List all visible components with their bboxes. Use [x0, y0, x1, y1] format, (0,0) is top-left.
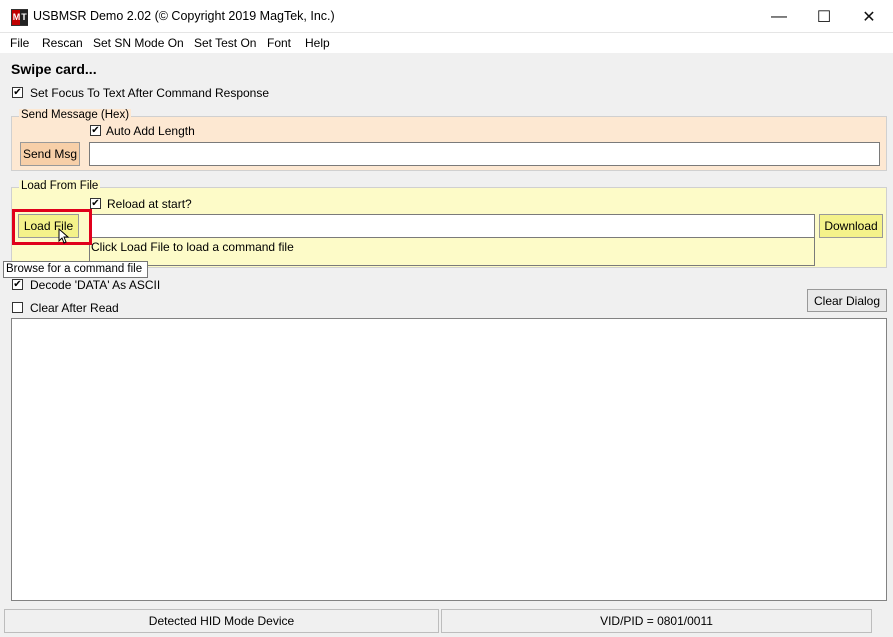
menu-font[interactable]: Font	[267, 36, 291, 50]
menu-file[interactable]: File	[10, 36, 29, 50]
maximize-icon[interactable]: ☐	[801, 0, 847, 33]
clear-after-read-label: Clear After Read	[30, 301, 119, 315]
status-vid-pid: VID/PID = 0801/0011	[441, 609, 872, 633]
decode-ascii-label: Decode 'DATA' As ASCII	[30, 278, 161, 292]
mouse-cursor-icon	[58, 228, 70, 244]
set-focus-label: Set Focus To Text After Command Response	[30, 86, 270, 100]
clear-after-read-checkbox[interactable]	[12, 302, 23, 313]
load-file-highlight	[12, 209, 92, 245]
menu-set-sn-mode-on[interactable]: Set SN Mode On	[93, 36, 184, 50]
send-msg-button[interactable]: Send Msg	[20, 142, 80, 166]
decode-ascii-checkbox[interactable]: ✔	[12, 279, 23, 290]
hex-message-input[interactable]	[89, 142, 880, 166]
menu-bar: File Rescan Set SN Mode On Set Test On F…	[0, 33, 893, 53]
minimize-icon[interactable]: —	[756, 0, 802, 33]
swipe-card-prompt: Swipe card...	[11, 61, 97, 77]
status-device: Detected HID Mode Device	[4, 609, 439, 633]
reload-at-start-label: Reload at start?	[107, 197, 192, 211]
download-button[interactable]: Download	[819, 214, 883, 238]
load-file-tooltip: Browse for a command file	[3, 261, 148, 278]
window-title: USBMSR Demo 2.02 (© Copyright 2019 MagTe…	[33, 9, 335, 23]
send-message-group-title: Send Message (Hex)	[19, 109, 132, 121]
close-icon[interactable]: ✕	[846, 0, 892, 33]
app-icon-letter-t: T	[20, 10, 28, 25]
title-bar: M T USBMSR Demo 2.02 (© Copyright 2019 M…	[0, 0, 893, 33]
menu-set-test-on[interactable]: Set Test On	[194, 36, 256, 50]
menu-help[interactable]: Help	[305, 36, 330, 50]
output-textarea[interactable]	[11, 318, 887, 601]
load-hint-box: Click Load File to load a command file	[89, 238, 815, 266]
reload-at-start-checkbox[interactable]: ✔	[90, 198, 101, 209]
auto-add-length-checkbox[interactable]: ✔	[90, 125, 101, 136]
file-path-input[interactable]	[89, 214, 815, 238]
magtek-app-icon: M T	[11, 9, 28, 26]
load-from-file-group-title: Load From File	[19, 180, 101, 192]
set-focus-checkbox[interactable]: ✔	[12, 87, 23, 98]
menu-rescan[interactable]: Rescan	[42, 36, 83, 50]
clear-dialog-button[interactable]: Clear Dialog	[807, 289, 887, 312]
auto-add-length-label: Auto Add Length	[106, 124, 195, 138]
load-file-hint: Click Load File to load a command file	[91, 240, 294, 254]
